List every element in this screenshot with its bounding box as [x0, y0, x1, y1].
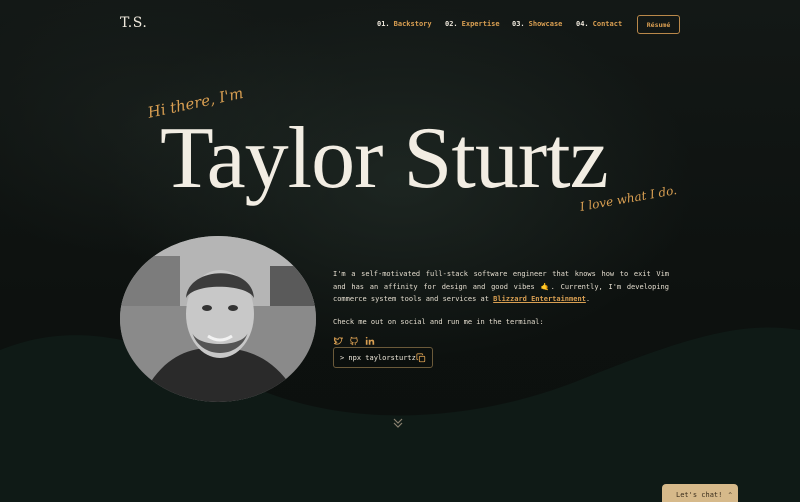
chat-label: Let's chat! — [676, 491, 723, 499]
hero-name: Taylor Sturtz — [160, 110, 609, 207]
chevron-up-icon: ^ — [728, 491, 732, 499]
nav-number: 01. — [377, 20, 390, 28]
linkedin-icon[interactable] — [365, 331, 375, 345]
social-prompt: Check me out on social and run me in the… — [333, 318, 544, 326]
nav-number: 03. — [512, 20, 525, 28]
copy-icon[interactable] — [416, 353, 426, 363]
nav-link-backstory[interactable]: 01. Backstory — [377, 20, 432, 28]
nav-number: 02. — [445, 20, 458, 28]
top-navigation: T.S. 01. Backstory 02. Expertise 03. Showca… — [0, 0, 800, 48]
nav-label: Backstory — [393, 20, 432, 28]
nav-link-contact[interactable]: 04. Contact — [576, 20, 622, 28]
company-link[interactable]: Blizzard Entertainment — [493, 295, 586, 303]
portrait-illustration — [120, 236, 316, 402]
twitter-icon[interactable] — [333, 331, 343, 345]
scroll-down-icon[interactable] — [392, 414, 404, 428]
bio-paragraph: I'm a self-motivated full-stack software… — [333, 268, 669, 306]
nav-label: Contact — [592, 20, 623, 28]
terminal-command-box[interactable]: > npx taylorsturtz — [333, 347, 433, 368]
nav-label: Expertise — [461, 20, 500, 28]
terminal-command: > npx taylorsturtz — [340, 353, 416, 362]
nav-number: 04. — [576, 20, 589, 28]
lets-chat-button[interactable]: Let's chat! ^ — [662, 484, 738, 502]
social-links — [333, 331, 375, 346]
github-icon[interactable] — [349, 331, 359, 346]
nav-link-showcase[interactable]: 03. Showcase — [512, 20, 562, 28]
profile-photo — [120, 236, 316, 402]
site-logo[interactable]: T.S. — [120, 15, 147, 31]
nav-link-expertise[interactable]: 02. Expertise — [445, 20, 500, 28]
nav-label: Showcase — [528, 20, 563, 28]
bio-text-end: . — [585, 295, 591, 303]
resume-button[interactable]: Résumé — [637, 15, 680, 34]
